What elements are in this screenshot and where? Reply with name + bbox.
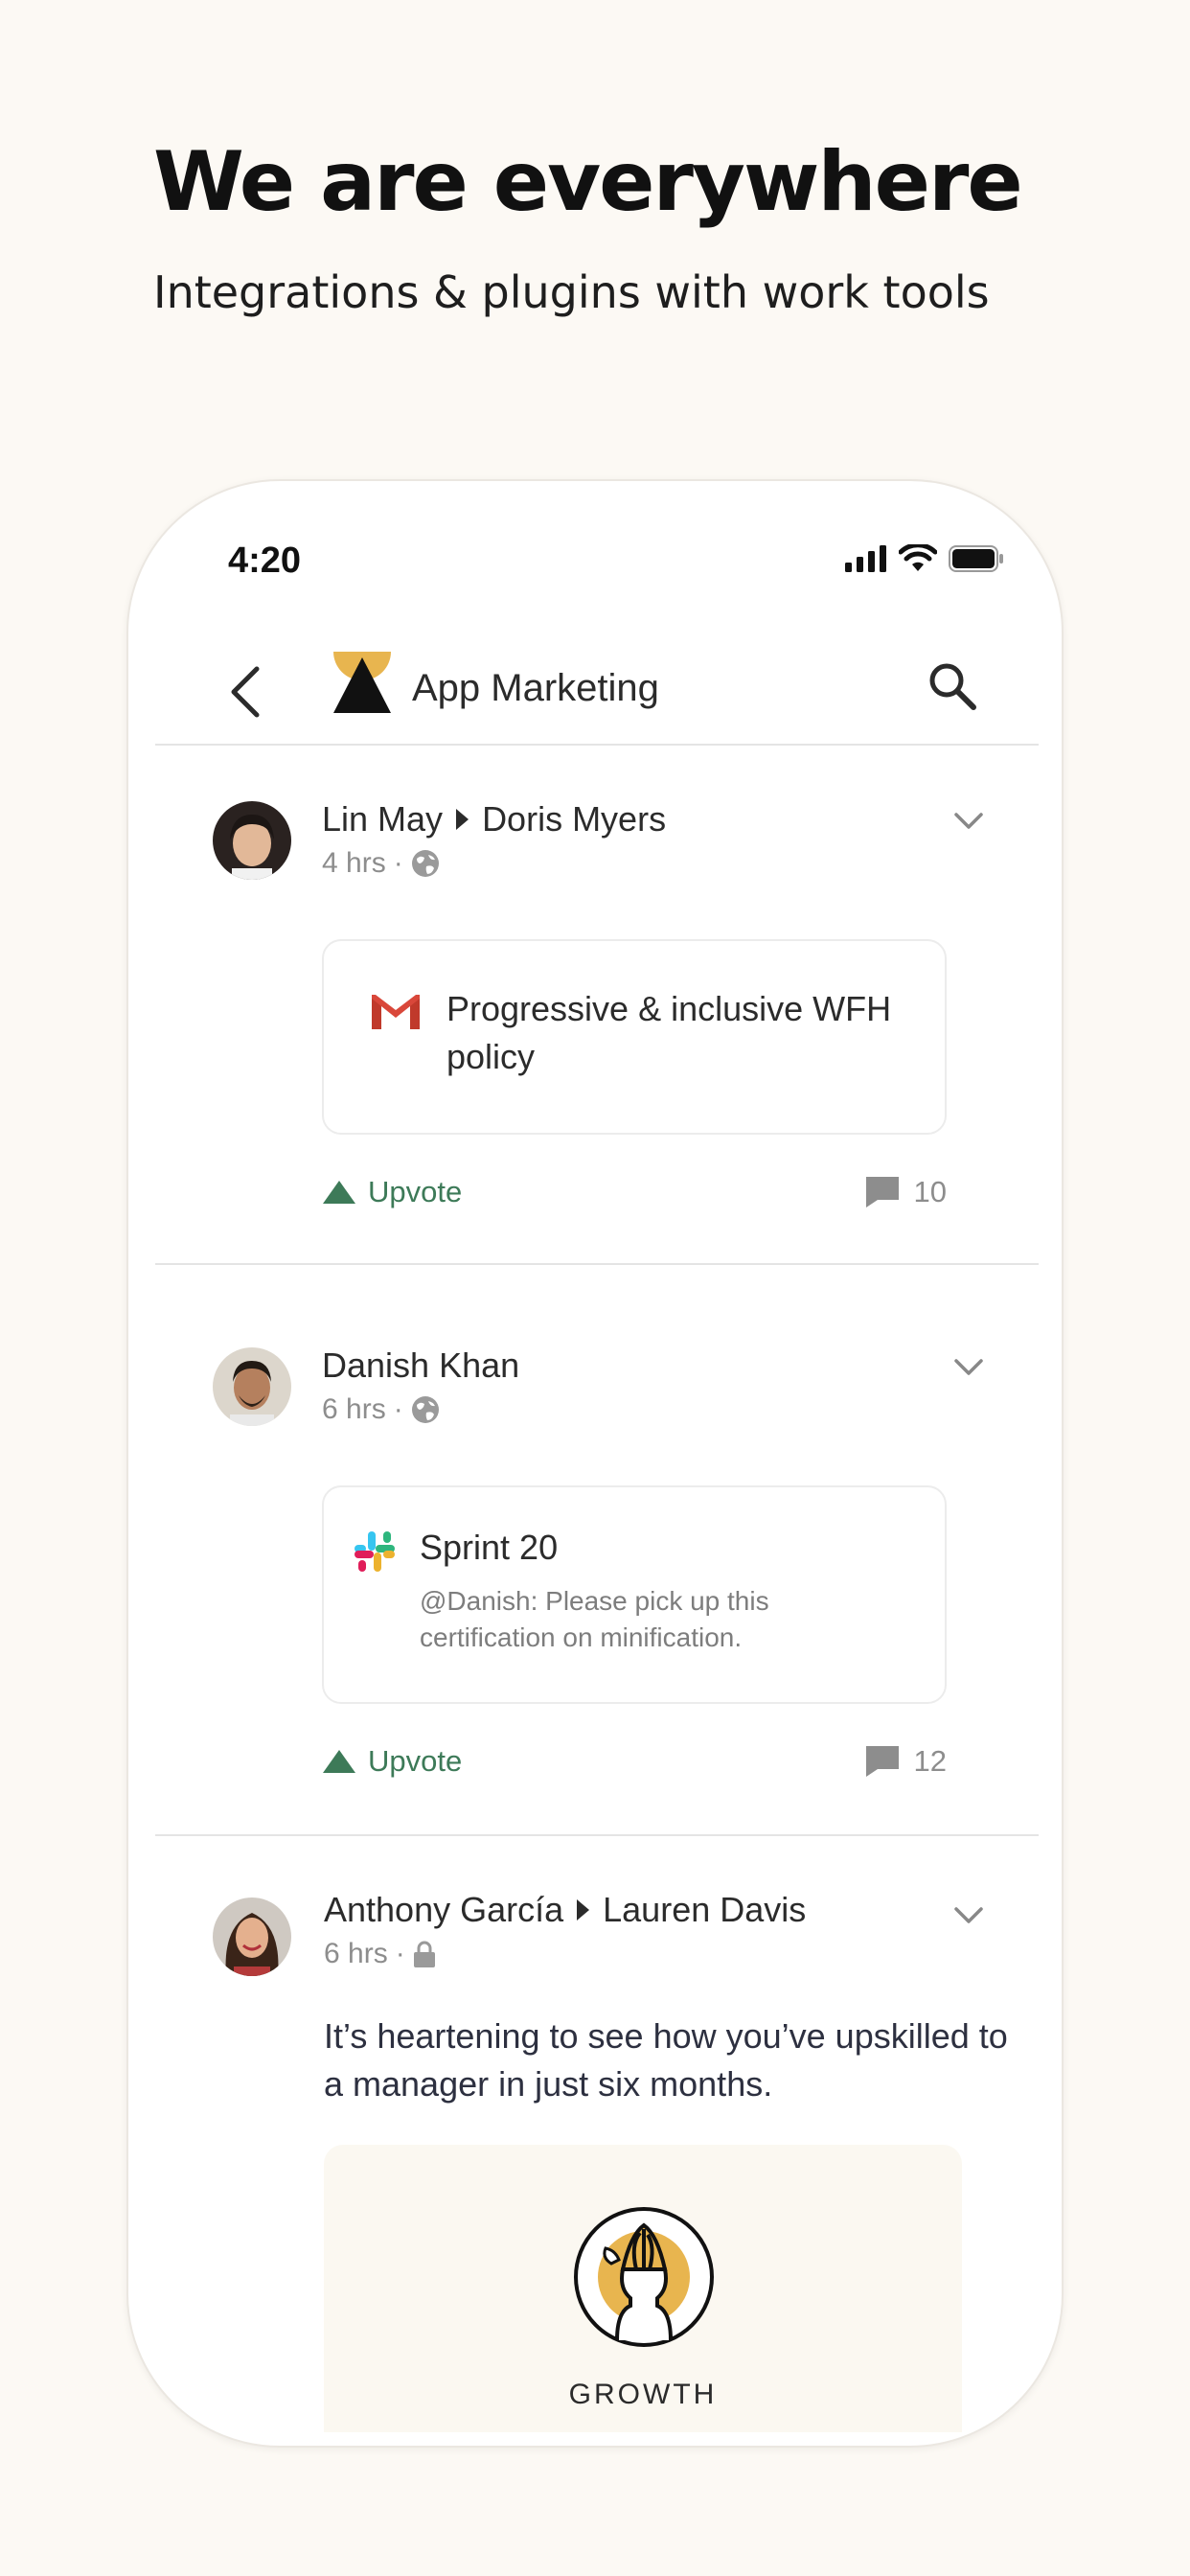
upvote-button[interactable]: Upvote <box>322 1175 462 1209</box>
slack-icon <box>355 1531 395 1572</box>
post-header-names: Lin May Doris Myers <box>322 799 666 840</box>
feed-post: Lin May Doris Myers 4 hrs · Progressive … <box>155 748 1039 1265</box>
feed-post: Danish Khan 6 hrs · Sprint 20 @Danish: P… <box>155 1265 1039 1836</box>
signal-icon <box>845 545 886 572</box>
navigation-bar: App Marketing <box>155 625 1039 746</box>
comment-icon <box>865 1177 899 1208</box>
recipient-name[interactable]: Doris Myers <box>482 799 666 840</box>
card-title: Sprint 20 <box>420 1528 559 1567</box>
post-time: 6 hrs <box>324 1938 388 1969</box>
card-description: @Danish: Please pick up this certificati… <box>420 1586 769 1652</box>
gmail-icon <box>370 991 422 1031</box>
upvote-button[interactable]: Upvote <box>322 1744 462 1779</box>
chevron-down-icon[interactable] <box>952 1903 985 1926</box>
upvote-label: Upvote <box>368 1175 463 1208</box>
post-meta: 6 hrs · <box>322 1393 440 1426</box>
upvote-triangle-icon <box>323 1750 355 1773</box>
arrow-right-icon <box>577 1899 590 1920</box>
badge-label: GROWTH <box>568 2379 718 2410</box>
avatar-image <box>213 801 291 880</box>
status-time: 4:20 <box>228 540 302 581</box>
feed-post: Anthony García Lauren Davis 6 hrs · It’s… <box>155 1836 1039 2446</box>
avatar[interactable] <box>213 801 291 880</box>
card-title: Progressive & inclusive WFH policy <box>446 989 892 1076</box>
nav-title: App Marketing <box>412 667 659 709</box>
avatar[interactable] <box>213 1898 291 1976</box>
status-icons <box>845 544 1004 573</box>
subheadline: Integrations & plugins with work tools <box>153 266 990 318</box>
meta-dot: · <box>393 1393 403 1425</box>
status-bar: 4:20 <box>128 481 1062 634</box>
chevron-down-icon[interactable] <box>952 809 985 832</box>
upvote-label: Upvote <box>368 1744 463 1778</box>
globe-icon <box>411 850 439 877</box>
author-name[interactable]: Lin May <box>322 799 443 840</box>
author-name[interactable]: Anthony García <box>324 1890 563 1930</box>
post-body-text: It’s heartening to see how you’ve upskil… <box>324 2016 1008 2104</box>
meta-dot: · <box>395 1938 405 1969</box>
lock-icon <box>413 1941 435 1967</box>
team-logo-icon <box>333 652 391 713</box>
post-meta: 6 hrs · <box>324 1938 436 1970</box>
comment-count: 10 <box>913 1175 947 1208</box>
chevron-down-icon[interactable] <box>952 1355 985 1378</box>
arrow-right-icon <box>456 809 469 830</box>
integration-card[interactable]: Sprint 20 @Danish: Please pick up this c… <box>322 1485 947 1704</box>
avatar-image <box>213 1347 291 1426</box>
avatar[interactable] <box>213 1347 291 1426</box>
search-button[interactable] <box>926 659 979 713</box>
growth-badge-card[interactable]: GROWTH <box>324 2145 962 2432</box>
battery-icon <box>949 545 1003 572</box>
comment-count: 12 <box>913 1744 947 1778</box>
globe-icon <box>411 1396 439 1423</box>
post-time: 6 hrs <box>322 1393 386 1425</box>
growth-badge-icon <box>574 2207 714 2347</box>
post-time: 4 hrs <box>322 847 386 879</box>
upvote-triangle-icon <box>323 1181 355 1204</box>
comments-button[interactable]: 10 <box>864 1175 947 1209</box>
integration-card[interactable]: Progressive & inclusive WFH policy <box>322 939 947 1135</box>
wifi-icon <box>899 544 937 571</box>
recipient-name[interactable]: Lauren Davis <box>603 1890 806 1930</box>
headline: We are everywhere <box>153 134 1023 230</box>
post-header-names: Danish Khan <box>322 1346 519 1386</box>
post-meta: 4 hrs · <box>322 847 440 880</box>
author-name[interactable]: Danish Khan <box>322 1346 519 1386</box>
meta-dot: · <box>393 847 403 879</box>
comment-icon <box>865 1746 899 1777</box>
phone-frame: 4:20 App Marketing Lin May Doris Myers 4… <box>126 479 1064 2448</box>
post-header-names: Anthony García Lauren Davis <box>324 1890 806 1930</box>
comments-button[interactable]: 12 <box>864 1744 947 1779</box>
back-button[interactable] <box>222 663 270 721</box>
avatar-image <box>213 1898 291 1976</box>
